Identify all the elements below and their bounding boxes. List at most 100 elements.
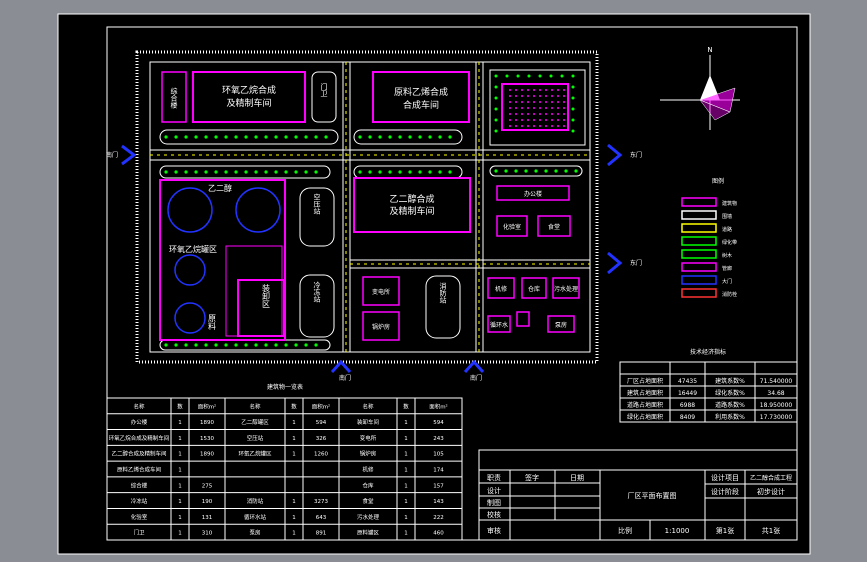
grid-mark [545, 113, 547, 115]
r4-label: 仓库 [528, 285, 540, 293]
grid-mark [527, 119, 529, 121]
tree-dot [494, 85, 498, 89]
grid-mark [539, 107, 541, 109]
bldg-cell: 1890 [200, 420, 214, 426]
tree-dot [438, 170, 442, 174]
grid-mark [533, 125, 535, 127]
grid-mark [545, 107, 547, 109]
tree-dot [264, 170, 268, 174]
tree-dot [234, 343, 238, 347]
grid-mark [533, 89, 535, 91]
tree-dot [164, 135, 168, 139]
mid-v2-label: 冷冻站 [313, 281, 321, 304]
grid-mark [545, 89, 547, 91]
bldg-cell: 面积m² [198, 403, 217, 410]
tree-dot [494, 118, 498, 122]
tech-cell: 绿化系数% [715, 389, 745, 397]
bldg-cell: 1 [404, 515, 408, 521]
tree-dot [571, 96, 575, 100]
grid-mark [557, 101, 559, 103]
tree-dot [494, 96, 498, 100]
bldg-cell: 数 [291, 402, 297, 410]
tree-dot [504, 169, 508, 173]
bldg-cell: 机修 [362, 466, 374, 474]
r3-label: 机修 [495, 285, 507, 293]
r5-label: 污水处理 [554, 285, 578, 293]
gate-right-top-label: 东门 [630, 151, 642, 159]
bldg-cell: 1 [178, 499, 182, 505]
bldg-cell: 1 [178, 468, 182, 474]
tree-dot [164, 170, 168, 174]
bldg-cell: 1 [178, 420, 182, 426]
legend-label: 大门 [722, 278, 732, 285]
b1-label2: 及精制车间 [226, 97, 271, 109]
tree-dot [527, 74, 531, 78]
grid-mark [539, 113, 541, 115]
canteen-label: 食堂 [548, 223, 560, 231]
tech-cell: 绿化占地面积 [627, 413, 663, 421]
grid-mark [509, 89, 511, 91]
tech-cell: 建筑系数% [715, 377, 745, 385]
tree-dot [284, 343, 288, 347]
bldg-cell: 数 [403, 402, 409, 410]
gate-left-label: 南门 [106, 151, 118, 159]
tree-dot [534, 169, 538, 173]
tree-dot [560, 74, 564, 78]
bldg-cell: 891 [316, 531, 327, 537]
tree-dot [294, 170, 298, 174]
bldg-cell: 乙二醇合成及精制车间 [111, 450, 166, 458]
tree-dot [224, 343, 228, 347]
bldg-cell: 1 [178, 483, 182, 489]
tree-dot [398, 135, 402, 139]
tree-dot [184, 343, 188, 347]
tree-dot [398, 170, 402, 174]
bldg-cell: 面积m² [312, 403, 331, 410]
grid-mark [521, 119, 523, 121]
tree-dot [174, 343, 178, 347]
bldg-cell: 3273 [314, 499, 328, 505]
tree-dot [214, 343, 218, 347]
tree-dot [494, 74, 498, 78]
tree-dot [304, 170, 308, 174]
grid-mark [539, 119, 541, 121]
lab-label: 化验室 [503, 223, 521, 231]
bldg-cell: 143 [433, 499, 444, 505]
tree-dot [571, 85, 575, 89]
grid-mark [521, 95, 523, 97]
bldg-title: 建筑物一览表 [267, 383, 303, 391]
tree-dot [284, 135, 288, 139]
tree-dot [418, 135, 422, 139]
grid-mark [563, 119, 565, 121]
grid-mark [527, 125, 529, 127]
grid-mark [563, 101, 565, 103]
legend-label: 绿化带 [722, 239, 737, 246]
bldg-cell: 污水处理 [357, 513, 380, 521]
tech-cell: 47435 [678, 378, 697, 385]
tree-dot [418, 170, 422, 174]
tree-dot [571, 118, 575, 122]
bldg-cell: 原料乙烯合成车间 [117, 466, 161, 474]
bldg-cell: 1 [178, 436, 182, 442]
grid-mark [557, 113, 559, 115]
tree-dot [314, 170, 318, 174]
bldg-cell: 名称 [133, 402, 145, 410]
grid-mark [521, 125, 523, 127]
grid-mark [539, 89, 541, 91]
grid-mark [515, 125, 517, 127]
legend-label: 道路 [722, 226, 732, 233]
tech-cell: 道路系数% [715, 401, 745, 409]
tech-cell: 厂区占地面积 [627, 377, 663, 385]
tree-dot [294, 343, 298, 347]
cad-drawing: 环氧乙烷合成 及精制车间 原料乙烯合成 合成车间 乙二醇合成 及精制车间 综合楼… [57, 13, 811, 555]
tree-dot [234, 135, 238, 139]
tb-stage-label: 设计阶段 [711, 487, 739, 496]
grid-mark [551, 125, 553, 127]
grid-mark [551, 107, 553, 109]
grid-mark [515, 89, 517, 91]
legend-label: 建筑物 [722, 200, 737, 207]
grid-mark [509, 119, 511, 121]
bldg-cell: 131 [202, 515, 213, 521]
grid-mark [545, 95, 547, 97]
bldg-cell: 1 [292, 420, 296, 426]
grid-mark [563, 113, 565, 115]
